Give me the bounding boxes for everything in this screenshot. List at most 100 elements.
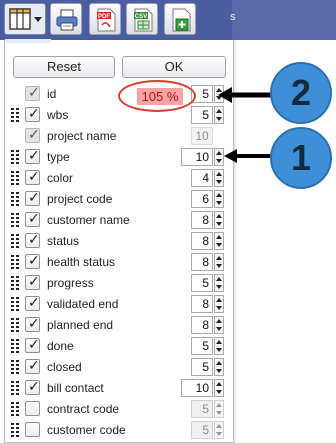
column-row: ✓ validated end 8 [5, 294, 235, 315]
column-visible-checkbox: ✓ [25, 127, 40, 143]
width-spinner-icon[interactable] [214, 211, 224, 229]
panel-notch [5, 39, 51, 43]
column-width-input[interactable]: 8 [191, 253, 213, 271]
pdf-icon: PDF [97, 8, 116, 32]
drag-handle-icon[interactable] [11, 402, 19, 416]
drag-handle-icon[interactable] [11, 381, 19, 395]
column-width-input[interactable]: 8 [191, 211, 213, 229]
csv-icon-text: CSV [135, 14, 147, 20]
column-visible-checkbox[interactable]: ✓ [25, 274, 40, 290]
column-visible-checkbox[interactable]: ✓ [25, 295, 40, 311]
column-width-input[interactable]: 10 [181, 379, 213, 397]
drag-handle-icon[interactable] [11, 213, 19, 227]
column-width-input[interactable]: 10 [181, 148, 213, 166]
csv-export-button[interactable]: CSV [126, 3, 158, 35]
width-spinner-icon[interactable] [214, 85, 224, 103]
column-row: ✓ type 10 [5, 147, 235, 168]
column-row: ✓ wbs 5 [5, 105, 235, 126]
width-spinner-icon[interactable] [214, 316, 224, 334]
drag-handle-icon[interactable] [11, 360, 19, 374]
toolbar-partial-text: s [230, 11, 236, 23]
width-spinner-icon[interactable] [214, 169, 224, 187]
column-width-input[interactable]: 5 [191, 358, 213, 376]
column-width-input[interactable]: 8 [191, 295, 213, 313]
column-width-input[interactable]: 8 [191, 232, 213, 250]
column-visible-checkbox[interactable]: ✓ [25, 358, 40, 374]
drag-handle-icon[interactable] [11, 192, 19, 206]
column-visible-checkbox[interactable]: ✓ [25, 379, 40, 395]
column-label: project code [47, 192, 113, 206]
column-visible-checkbox[interactable]: ✓ [25, 253, 40, 269]
ok-button[interactable]: OK [122, 56, 226, 78]
column-width-input[interactable]: 5 [191, 421, 213, 439]
callout-badge-2: 2 [270, 62, 332, 124]
column-label: contract code [47, 402, 120, 416]
column-row: ✓ closed 5 [5, 357, 235, 378]
width-spinner-icon[interactable] [214, 421, 224, 439]
column-width-input[interactable]: 5 [191, 106, 213, 124]
drag-handle-icon[interactable] [11, 108, 19, 122]
printer-icon [56, 9, 78, 31]
column-row: ✓ project name 10 [5, 126, 235, 147]
checkmark-icon: ✓ [28, 127, 40, 143]
column-visible-checkbox[interactable]: ✓ [25, 148, 40, 164]
checkmark-icon: ✓ [28, 316, 40, 332]
column-visible-checkbox[interactable]: ✓ [25, 232, 40, 248]
width-spinner-icon[interactable] [214, 337, 224, 355]
print-button[interactable] [50, 3, 82, 35]
columns-button[interactable] [4, 3, 46, 35]
width-spinner-icon[interactable] [214, 148, 224, 166]
column-label: color [47, 171, 74, 185]
width-spinner-icon[interactable] [214, 274, 224, 292]
reset-button[interactable]: Reset [13, 56, 115, 78]
column-visible-checkbox[interactable]: ✓ [25, 169, 40, 185]
column-row: ✓ project code 6 [5, 189, 235, 210]
width-spinner-icon[interactable] [214, 232, 224, 250]
drag-handle-icon[interactable] [11, 339, 19, 353]
pdf-export-button[interactable]: PDF [89, 3, 121, 35]
column-row: ✓ progress 5 [5, 273, 235, 294]
column-visible-checkbox[interactable] [25, 422, 40, 437]
column-label: wbs [47, 108, 69, 122]
column-width-input[interactable]: 6 [191, 190, 213, 208]
callout-badge-1: 1 [270, 127, 332, 189]
column-label: type [47, 150, 70, 164]
column-visible-checkbox[interactable]: ✓ [25, 337, 40, 353]
checkmark-icon: ✓ [28, 232, 40, 248]
column-width-input[interactable]: 5 [191, 400, 213, 418]
column-width-input[interactable]: 4 [191, 169, 213, 187]
width-spinner-icon[interactable] [214, 358, 224, 376]
excel-export-button[interactable] [164, 3, 196, 35]
column-visible-checkbox[interactable]: ✓ [25, 106, 40, 122]
checkmark-icon: ✓ [28, 190, 40, 206]
drag-handle-icon[interactable] [11, 255, 19, 269]
width-spinner-icon[interactable] [214, 379, 224, 397]
width-spinner-icon[interactable] [214, 106, 224, 124]
column-width-input[interactable]: 5 [191, 274, 213, 292]
drag-handle-icon[interactable] [11, 297, 19, 311]
drag-handle-icon[interactable] [11, 423, 19, 437]
width-spinner-icon[interactable] [214, 295, 224, 313]
drag-handle-icon[interactable] [11, 276, 19, 290]
checkmark-icon: ✓ [28, 379, 40, 395]
column-width-input[interactable]: 5 [191, 337, 213, 355]
width-spinner-icon[interactable] [214, 253, 224, 271]
column-row: ✓ health status 8 [5, 252, 235, 273]
column-visible-checkbox[interactable]: ✓ [25, 211, 40, 227]
column-visible-checkbox[interactable]: ✓ [25, 190, 40, 206]
width-spinner-icon[interactable] [214, 190, 224, 208]
column-row: ✓ status 8 [5, 231, 235, 252]
width-spinner-icon[interactable] [214, 400, 224, 418]
column-width-input[interactable]: 8 [191, 316, 213, 334]
column-label: done [47, 339, 74, 353]
drag-handle-icon[interactable] [11, 150, 19, 164]
toolbar-right-area [232, 0, 336, 40]
drag-handle-icon[interactable] [11, 234, 19, 248]
drag-handle-icon[interactable] [11, 318, 19, 332]
excel-plus-icon [172, 8, 191, 32]
column-visible-checkbox[interactable]: ✓ [25, 316, 40, 332]
checkmark-icon: ✓ [28, 106, 40, 122]
column-visible-checkbox[interactable] [25, 401, 40, 416]
drag-handle-icon[interactable] [11, 171, 19, 185]
column-label: id [47, 87, 57, 101]
